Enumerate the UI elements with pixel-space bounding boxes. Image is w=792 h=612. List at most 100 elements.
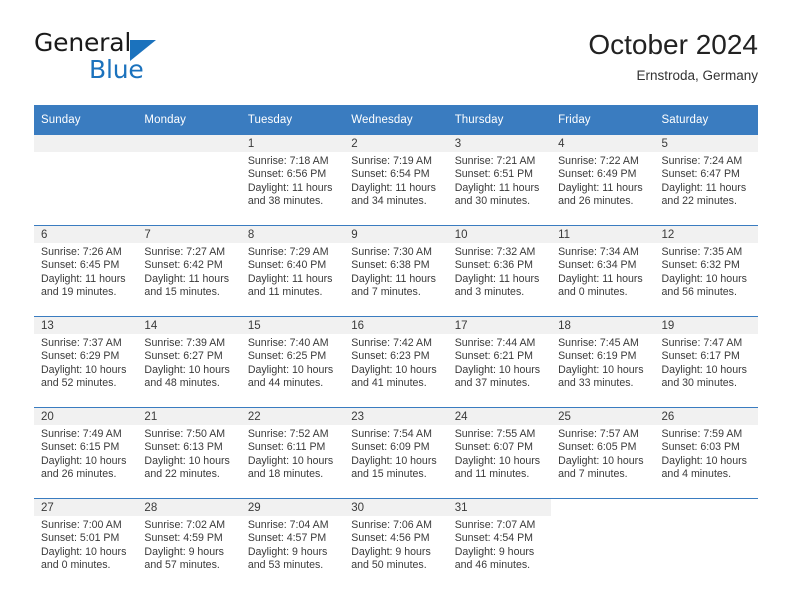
daylight-text-line1: Daylight: 10 hours xyxy=(661,454,747,467)
sunrise-text: Sunrise: 7:45 AM xyxy=(558,337,639,349)
sunset-text: Sunset: 4:57 PM xyxy=(247,532,327,545)
day-cell-23[interactable]: 23 Sunrise: 7:54 AM Sunset: 6:09 PM Dayligh… xyxy=(344,408,448,498)
sun-info: Sunrise: 7:39 AM Sunset: 6:27 PM Daylight:… xyxy=(137,334,240,391)
daylight-text-line1: Daylight: 10 hours xyxy=(558,454,644,467)
day-cell-18[interactable]: 18 Sunrise: 7:45 AM Sunset: 6:19 PM Dayligh… xyxy=(551,317,655,407)
calendar-cell: 28 Sunrise: 7:02 AM Sunset: 4:59 PM Dayligh… xyxy=(137,498,241,589)
day-cell-24[interactable]: 24 Sunrise: 7:55 AM Sunset: 6:07 PM Dayligh… xyxy=(447,408,552,498)
sun-info: Sunrise: 7:52 AM Sunset: 6:11 PM Daylight:… xyxy=(241,425,344,482)
daylight-text-line1: Daylight: 10 hours xyxy=(558,363,644,376)
calendar-cell: 8 Sunrise: 7:29 AM Sunset: 6:40 PM Daylight… xyxy=(240,225,345,317)
daylight-text-line2: and 0 minutes. xyxy=(41,559,111,572)
day-cell-16[interactable]: 16 Sunrise: 7:42 AM Sunset: 6:23 PM Dayligh… xyxy=(344,317,448,407)
calendar-cell: 26 Sunrise: 7:59 AM Sunset: 6:03 PM Dayligh… xyxy=(654,407,758,499)
day-cell-22[interactable]: 22 Sunrise: 7:52 AM Sunset: 6:11 PM Dayligh… xyxy=(240,408,345,498)
sunrise-text: Sunrise: 7:21 AM xyxy=(454,155,536,167)
daylight-text-line1: Daylight: 9 hours xyxy=(247,545,328,558)
day-cell-19[interactable]: 19 Sunrise: 7:47 AM Sunset: 6:17 PM Dayligh… xyxy=(654,317,758,407)
day-cell-9[interactable]: 9 Sunrise: 7:30 AM Sunset: 6:38 PM Daylight… xyxy=(344,226,448,316)
title-block: October 2024 Ernstroda, Germany xyxy=(588,28,758,86)
day-cell-28[interactable]: 28 Sunrise: 7:02 AM Sunset: 4:59 PM Dayligh… xyxy=(137,499,241,589)
sunset-text: Sunset: 6:21 PM xyxy=(454,350,534,363)
day-cell-5[interactable]: 5 Sunrise: 7:24 AM Sunset: 6:47 PM Daylight… xyxy=(654,135,758,225)
day-cell-14[interactable]: 14 Sunrise: 7:39 AM Sunset: 6:27 PM Dayligh… xyxy=(137,317,241,407)
general-blue-logo[interactable]: General Blue xyxy=(34,28,274,90)
sunset-text: Sunset: 6:38 PM xyxy=(351,259,430,272)
day-cell-13[interactable]: 13 Sunrise: 7:37 AM Sunset: 6:29 PM Dayligh… xyxy=(34,317,138,407)
sunrise-text: Sunrise: 7:00 AM xyxy=(41,519,122,531)
sunrise-text: Sunrise: 7:18 AM xyxy=(247,155,329,167)
sunset-text: Sunset: 6:13 PM xyxy=(144,441,223,454)
sunset-text: Sunset: 6:07 PM xyxy=(454,441,534,454)
day-cell-25[interactable]: 25 Sunrise: 7:57 AM Sunset: 6:05 PM Dayligh… xyxy=(551,408,655,498)
day-number: 2 xyxy=(344,135,448,152)
day-cell-20[interactable]: 20 Sunrise: 7:49 AM Sunset: 6:15 PM Dayligh… xyxy=(34,408,138,498)
daylight-text-line2: and 37 minutes. xyxy=(454,377,531,390)
daylight-text-line2: and 26 minutes. xyxy=(558,195,634,208)
page-subtitle: Ernstroda, Germany xyxy=(636,68,758,83)
daylight-text-line1: Daylight: 9 hours xyxy=(144,545,224,558)
daylight-text-line1: Daylight: 11 hours xyxy=(351,272,436,285)
day-cell-10[interactable]: 10 Sunrise: 7:32 AM Sunset: 6:36 PM Dayligh… xyxy=(447,226,552,316)
daylight-text-line1: Daylight: 10 hours xyxy=(351,363,437,376)
calendar-cell: 19 Sunrise: 7:47 AM Sunset: 6:17 PM Dayligh… xyxy=(654,316,758,408)
calendar-cell: 12 Sunrise: 7:35 AM Sunset: 6:32 PM Dayligh… xyxy=(654,225,758,317)
day-cell-29[interactable]: 29 Sunrise: 7:04 AM Sunset: 4:57 PM Dayligh… xyxy=(240,499,345,589)
day-cell-31[interactable]: 31 Sunrise: 7:07 AM Sunset: 4:54 PM Dayligh… xyxy=(447,499,552,589)
weekday-header-sunday: Sunday xyxy=(34,105,138,135)
calendar-cell: 4 Sunrise: 7:22 AM Sunset: 6:49 PM Daylight… xyxy=(551,135,655,226)
day-number: 17 xyxy=(447,317,552,334)
sunset-text: Sunset: 6:45 PM xyxy=(41,259,120,272)
daylight-text-line2: and 53 minutes. xyxy=(247,559,324,572)
daylight-text-line1: Daylight: 10 hours xyxy=(661,363,747,376)
day-cell-7[interactable]: 7 Sunrise: 7:27 AM Sunset: 6:42 PM Daylight… xyxy=(137,226,241,316)
day-cell-3[interactable]: 3 Sunrise: 7:21 AM Sunset: 6:51 PM Daylight… xyxy=(447,135,552,225)
calendar-cell: 31 Sunrise: 7:07 AM Sunset: 4:54 PM Dayligh… xyxy=(447,498,552,589)
sunset-text: Sunset: 6:05 PM xyxy=(558,441,637,454)
daylight-text-line2: and 4 minutes. xyxy=(661,468,732,481)
day-cell-4[interactable]: 4 Sunrise: 7:22 AM Sunset: 6:49 PM Daylight… xyxy=(551,135,655,225)
calendar-cell: 14 Sunrise: 7:39 AM Sunset: 6:27 PM Dayligh… xyxy=(137,316,241,408)
day-cell-27[interactable]: 27 Sunrise: 7:00 AM Sunset: 5:01 PM Dayligh… xyxy=(34,499,138,589)
calendar-cell: 18 Sunrise: 7:45 AM Sunset: 6:19 PM Dayligh… xyxy=(551,316,655,408)
day-number: 12 xyxy=(654,226,758,243)
daylight-text-line2: and 56 minutes. xyxy=(661,286,737,299)
day-number: 4 xyxy=(551,135,655,152)
day-cell-12[interactable]: 12 Sunrise: 7:35 AM Sunset: 6:32 PM Dayligh… xyxy=(654,226,758,316)
daylight-text-line2: and 38 minutes. xyxy=(247,195,324,208)
sun-info: Sunrise: 7:37 AM Sunset: 6:29 PM Daylight:… xyxy=(34,334,137,391)
daylight-text-line1: Daylight: 11 hours xyxy=(247,272,333,285)
daylight-text-line2: and 19 minutes. xyxy=(41,286,117,299)
daylight-text-line2: and 22 minutes. xyxy=(661,195,737,208)
sun-info: Sunrise: 7:06 AM Sunset: 4:56 PM Daylight:… xyxy=(344,516,447,573)
day-cell-2[interactable]: 2 Sunrise: 7:19 AM Sunset: 6:54 PM Daylight… xyxy=(344,135,448,225)
sunrise-text: Sunrise: 7:47 AM xyxy=(661,337,743,349)
day-cell-11[interactable]: 11 Sunrise: 7:34 AM Sunset: 6:34 PM Dayligh… xyxy=(551,226,655,316)
day-cell-26[interactable]: 26 Sunrise: 7:59 AM Sunset: 6:03 PM Dayligh… xyxy=(654,408,758,498)
daylight-text-line1: Daylight: 10 hours xyxy=(41,454,127,467)
day-cell-17[interactable]: 17 Sunrise: 7:44 AM Sunset: 6:21 PM Dayligh… xyxy=(447,317,552,407)
daylight-text-line2: and 33 minutes. xyxy=(558,377,634,390)
page-header: General Blue October 2024 Ernstroda, Ger… xyxy=(34,28,758,98)
daylight-text-line2: and 57 minutes. xyxy=(144,559,220,572)
sunset-text: Sunset: 6:29 PM xyxy=(41,350,120,363)
day-number: 9 xyxy=(344,226,448,243)
calendar-cell: 27 Sunrise: 7:00 AM Sunset: 5:01 PM Dayligh… xyxy=(34,498,138,589)
sun-info: Sunrise: 7:24 AM Sunset: 6:47 PM Daylight:… xyxy=(655,152,758,209)
day-cell-1[interactable]: 1 Sunrise: 7:18 AM Sunset: 6:56 PM Daylight… xyxy=(240,135,345,225)
daylight-text-line1: Daylight: 11 hours xyxy=(558,181,643,194)
day-cell-6[interactable]: 6 Sunrise: 7:26 AM Sunset: 6:45 PM Daylight… xyxy=(34,226,138,316)
daylight-text-line2: and 30 minutes. xyxy=(661,377,737,390)
day-cell-15[interactable]: 15 Sunrise: 7:40 AM Sunset: 6:25 PM Dayligh… xyxy=(240,317,345,407)
day-cell-30[interactable]: 30 Sunrise: 7:06 AM Sunset: 4:56 PM Dayligh… xyxy=(344,499,448,589)
sun-info: Sunrise: 7:40 AM Sunset: 6:25 PM Daylight:… xyxy=(241,334,344,391)
day-number: 15 xyxy=(240,317,345,334)
day-number: 5 xyxy=(654,135,758,152)
sunrise-text: Sunrise: 7:50 AM xyxy=(144,428,226,440)
sunset-text: Sunset: 6:23 PM xyxy=(351,350,430,363)
day-cell-21[interactable]: 21 Sunrise: 7:50 AM Sunset: 6:13 PM Dayligh… xyxy=(137,408,241,498)
daylight-text-line1: Daylight: 9 hours xyxy=(454,545,535,558)
sunrise-text: Sunrise: 7:04 AM xyxy=(247,519,329,531)
sunrise-text: Sunrise: 7:42 AM xyxy=(351,337,432,349)
day-cell-8[interactable]: 8 Sunrise: 7:29 AM Sunset: 6:40 PM Daylight… xyxy=(240,226,345,316)
